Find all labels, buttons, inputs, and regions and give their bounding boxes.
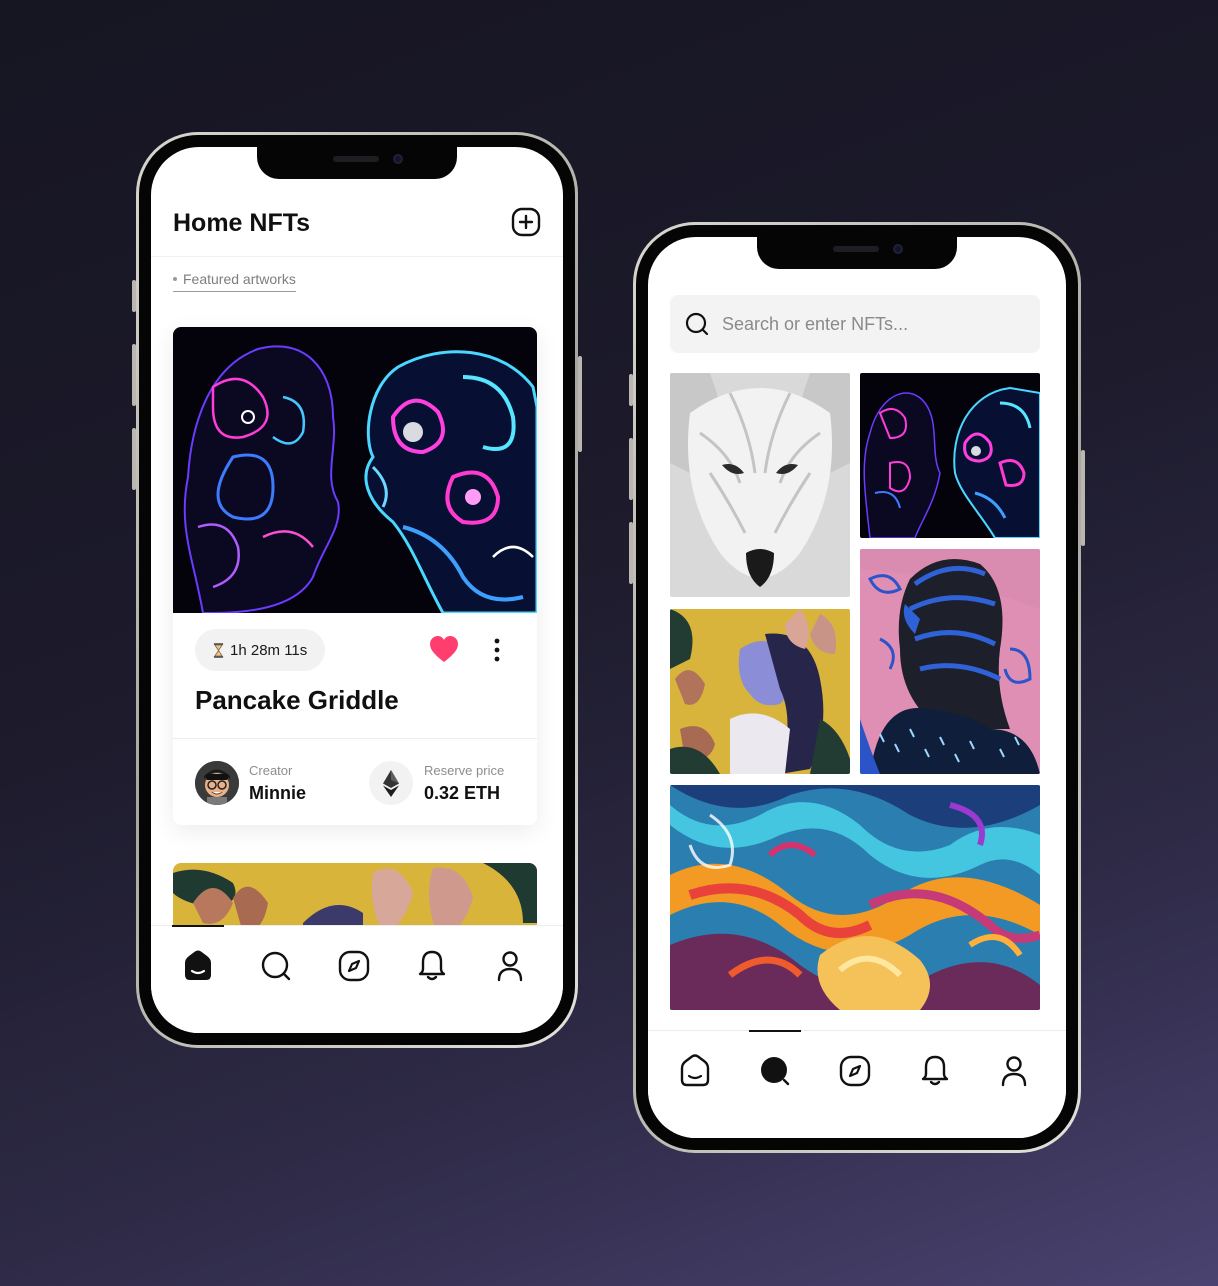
artwork-title: Pancake Griddle — [195, 685, 399, 715]
creator-avatar[interactable] — [195, 761, 239, 805]
search-icon — [761, 1057, 790, 1086]
tab-notifications[interactable] — [917, 1053, 953, 1089]
ethereum-icon — [383, 770, 399, 797]
tab-home[interactable] — [677, 1053, 713, 1089]
creator-label: Creator — [249, 763, 293, 778]
user-icon — [1001, 1056, 1027, 1087]
phone-home: Home NFTs Featured artworks 1h 28m 11s P… — [132, 132, 582, 1048]
tab-featured-artworks[interactable]: Featured artworks — [173, 271, 296, 292]
artwork-card[interactable]: 1h 28m 11s Pancake Griddle Creator Minni… — [173, 327, 537, 825]
price-label: Reserve price — [424, 763, 505, 778]
phone-search — [629, 222, 1085, 1153]
tab-profile[interactable] — [996, 1053, 1032, 1089]
bell-icon — [921, 1055, 949, 1086]
tab-home[interactable] — [180, 948, 216, 984]
bullet — [173, 277, 177, 281]
search-screen — [648, 237, 1066, 1138]
search-input[interactable] — [722, 295, 1022, 353]
user-icon — [497, 951, 523, 982]
home-icon — [185, 950, 211, 980]
auction-timer: 1h 28m 11s — [195, 629, 326, 671]
home-icon — [680, 1054, 710, 1087]
tab-search[interactable] — [258, 948, 294, 984]
notch — [257, 147, 457, 179]
like-button[interactable] — [429, 635, 459, 663]
compass-icon — [338, 950, 370, 982]
eth-icon-wrap — [369, 761, 413, 805]
tab-explore[interactable] — [336, 948, 372, 984]
creator-name[interactable]: Minnie — [249, 783, 306, 804]
compass-icon — [839, 1055, 871, 1087]
notch — [757, 237, 957, 269]
home-screen: Home NFTs Featured artworks 1h 28m 11s P… — [151, 147, 563, 1033]
tab-search[interactable] — [757, 1053, 793, 1089]
page-title: Home NFTs — [173, 209, 311, 237]
blue-portrait-art[interactable] — [860, 549, 1040, 774]
hourglass-icon — [213, 642, 224, 658]
add-button[interactable] — [511, 207, 541, 237]
neon-faces-art[interactable] — [860, 373, 1040, 538]
search-icon — [685, 312, 709, 336]
woman-flowers-art[interactable] — [670, 609, 850, 774]
heart-icon — [430, 636, 458, 662]
active-tab-indicator — [172, 925, 224, 927]
bottom-tab-bar — [151, 925, 563, 1033]
timer-text: 1h 28m 11s — [230, 641, 308, 659]
bell-icon — [418, 950, 446, 981]
tab-notifications[interactable] — [414, 948, 450, 984]
divider — [173, 738, 537, 739]
price-value: 0.32 ETH — [424, 783, 501, 803]
plus-square-icon — [511, 207, 541, 237]
more-vertical-icon — [494, 638, 500, 662]
active-tab-indicator — [749, 1030, 801, 1032]
tab-profile[interactable] — [492, 948, 528, 984]
more-options-button[interactable] — [489, 637, 505, 663]
white-wolf-art[interactable] — [670, 373, 850, 597]
artwork-image[interactable] — [173, 327, 537, 615]
search-bar[interactable] — [670, 295, 1040, 353]
search-icon — [261, 951, 291, 981]
featured-tab-label: Featured artworks — [183, 271, 296, 287]
bottom-tab-bar — [648, 1030, 1066, 1138]
header: Home NFTs — [151, 197, 563, 257]
tab-explore[interactable] — [837, 1053, 873, 1089]
fluid-marble-art[interactable] — [670, 785, 1040, 1010]
